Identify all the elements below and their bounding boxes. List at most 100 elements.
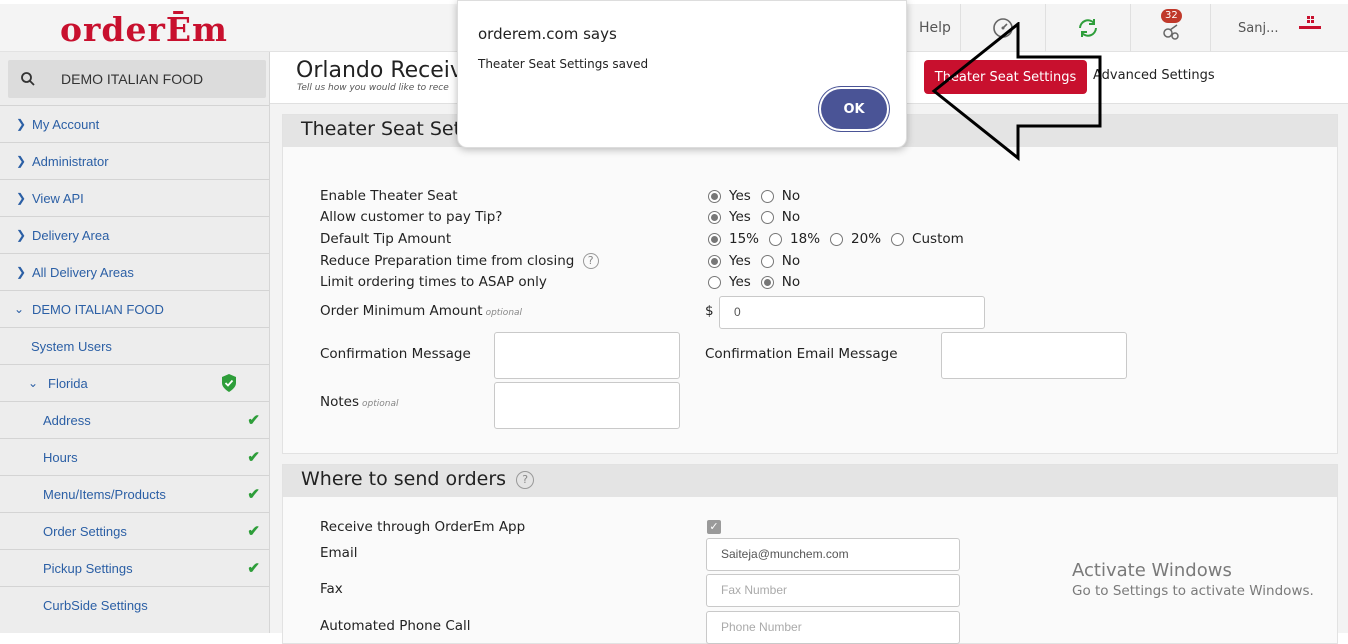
radio-no[interactable]: [760, 275, 774, 289]
sidebar-item-label: CurbSide Settings: [43, 597, 148, 613]
chevron-right-icon: ❯: [16, 117, 27, 131]
notifications-button[interactable]: 32: [1130, 4, 1210, 52]
radio-tip-custom-label: Custom: [912, 231, 964, 247]
search-icon: [21, 72, 35, 86]
default-tip-radio-group: 15% 18% 20% Custom: [708, 231, 974, 247]
fax-input[interactable]: Fax Number: [706, 574, 960, 607]
sidebar-item-label: Hours: [43, 449, 78, 465]
radio-tip-18[interactable]: [769, 232, 783, 246]
sidebar-item-label: Administrator: [32, 153, 109, 169]
radio-no-label: No: [781, 274, 801, 290]
radio-yes[interactable]: [708, 254, 721, 268]
allow-tip-radio-group: Yes No: [708, 209, 810, 225]
sidebar-item-view-api[interactable]: ❯ View API: [0, 179, 269, 216]
alert-dialog: orderem.com says Theater Seat Settings s…: [457, 0, 907, 148]
sidebar: DEMO ITALIAN FOOD ❯ My Account ❯ Adminis…: [0, 52, 270, 633]
radio-tip-20[interactable]: [830, 232, 844, 246]
email-input[interactable]: Saiteja@munchem.com: [706, 538, 960, 571]
reduce-prep-label: Reduce Preparation time from closing ?: [320, 253, 599, 269]
receive-app-label: Receive through OrderEm App: [320, 519, 526, 535]
sidebar-item-hours[interactable]: Hours ✔: [0, 438, 269, 475]
user-label: Sanj...: [1238, 20, 1279, 36]
dialog-message: Theater Seat Settings saved: [478, 57, 649, 71]
sidebar-item-my-account[interactable]: ❯ My Account: [0, 105, 269, 142]
sidebar-item-system-users[interactable]: System Users: [0, 327, 269, 364]
radio-yes[interactable]: [708, 275, 721, 289]
radio-no[interactable]: [760, 210, 774, 224]
sidebar-nav: ❯ My Account ❯ Administrator ❯ View API …: [0, 105, 269, 623]
radio-tip-custom[interactable]: [891, 232, 905, 246]
radio-no[interactable]: [760, 189, 774, 203]
sidebar-item-label: Florida: [48, 375, 88, 391]
sidebar-item-curbside-settings[interactable]: CurbSide Settings: [0, 586, 269, 623]
checkmark-icon: ✔: [247, 412, 260, 429]
radio-no[interactable]: [760, 254, 774, 268]
radio-yes[interactable]: [708, 189, 721, 203]
radio-yes[interactable]: [708, 210, 721, 224]
radio-yes-label: Yes: [729, 274, 751, 290]
order-minimum-label: Order Minimum Amount optional: [320, 303, 522, 319]
sidebar-item-label: DEMO ITALIAN FOOD: [32, 301, 164, 317]
sidebar-item-label: All Delivery Areas: [32, 264, 134, 280]
user-menu[interactable]: Sanj...: [1210, 4, 1348, 52]
sidebar-item-demo-italian-food[interactable]: ⌄ DEMO ITALIAN FOOD: [0, 290, 269, 327]
confirmation-message-textarea[interactable]: [494, 332, 680, 379]
sidebar-item-label: System Users: [31, 338, 112, 354]
allow-tip-label: Allow customer to pay Tip?: [320, 209, 503, 225]
page-subtitle: Tell us how you would like to rece: [297, 83, 449, 93]
panel-title-text: Where to send orders: [301, 468, 507, 490]
chevron-down-icon: ⌄: [14, 302, 25, 316]
panel-header: Where to send orders ?: [283, 465, 1337, 497]
optional-tag: optional: [362, 399, 399, 409]
watermark-line-1: Activate Windows: [1072, 560, 1232, 581]
orderem-logo[interactable]: orderĒm: [60, 10, 228, 49]
advanced-settings-link[interactable]: Advanced Settings: [1093, 68, 1215, 83]
theater-seat-panel: Theater Seat Set Enable Theater Seat Yes…: [282, 114, 1338, 454]
ok-button[interactable]: OK: [821, 89, 887, 129]
limit-asap-label: Limit ordering times to ASAP only: [320, 274, 547, 290]
sidebar-item-label: Order Settings: [43, 523, 127, 539]
notes-textarea[interactable]: [494, 382, 680, 429]
checkmark-icon: ✔: [247, 560, 260, 577]
sidebar-item-label: Address: [43, 412, 91, 428]
notification-icon: [1162, 24, 1179, 40]
radio-tip-15[interactable]: [708, 232, 721, 246]
sidebar-item-order-settings[interactable]: Order Settings ✔: [0, 512, 269, 549]
sidebar-item-administrator[interactable]: ❯ Administrator: [0, 142, 269, 179]
enable-theater-radio-group: Yes No: [708, 188, 810, 204]
location-search[interactable]: DEMO ITALIAN FOOD: [8, 60, 266, 98]
limit-asap-radio-group: Yes No: [708, 274, 810, 290]
help-icon[interactable]: ?: [582, 253, 599, 269]
chevron-right-icon: ❯: [16, 191, 27, 205]
sidebar-item-address[interactable]: Address ✔: [0, 401, 269, 438]
page-title: Orlando Receiv: [296, 58, 463, 83]
radio-yes-label: Yes: [729, 253, 751, 269]
chevron-right-icon: ❯: [16, 154, 27, 168]
sidebar-item-label: Menu/Items/Products: [43, 486, 166, 502]
sidebar-item-florida[interactable]: ⌄ Florida: [0, 364, 269, 401]
sidebar-item-label: My Account: [32, 116, 100, 132]
sidebar-item-pickup-settings[interactable]: Pickup Settings ✔: [0, 549, 269, 586]
panel-title: Theater Seat Set: [301, 118, 462, 140]
radio-no-label: No: [781, 188, 801, 204]
confirmation-email-textarea[interactable]: [941, 332, 1127, 379]
sidebar-item-delivery-area[interactable]: ❯ Delivery Area: [0, 216, 269, 253]
help-icon[interactable]: ?: [516, 470, 535, 489]
confirmation-email-label: Confirmation Email Message: [705, 346, 898, 362]
watermark-line-2: Go to Settings to activate Windows.: [1072, 583, 1314, 599]
checkmark-icon: ✔: [247, 486, 260, 503]
order-minimum-text: Order Minimum Amount: [320, 303, 483, 319]
currency-symbol: $: [705, 303, 714, 319]
sidebar-item-menu-items-products[interactable]: Menu/Items/Products ✔: [0, 475, 269, 512]
receive-app-checkbox[interactable]: ✓: [707, 520, 721, 534]
chevron-down-icon: ⌄: [28, 376, 39, 390]
shield-check-icon: [222, 374, 236, 392]
radio-no-label: No: [781, 209, 801, 225]
dialog-title: orderem.com says: [478, 25, 617, 43]
panel-title: Where to send orders ?: [301, 468, 535, 490]
phone-input[interactable]: Phone Number: [706, 611, 960, 644]
notification-badge: 32: [1161, 9, 1182, 23]
radio-tip-15-label: 15%: [729, 231, 760, 247]
sidebar-item-all-delivery-areas[interactable]: ❯ All Delivery Areas: [0, 253, 269, 290]
order-minimum-input[interactable]: 0: [719, 296, 985, 329]
